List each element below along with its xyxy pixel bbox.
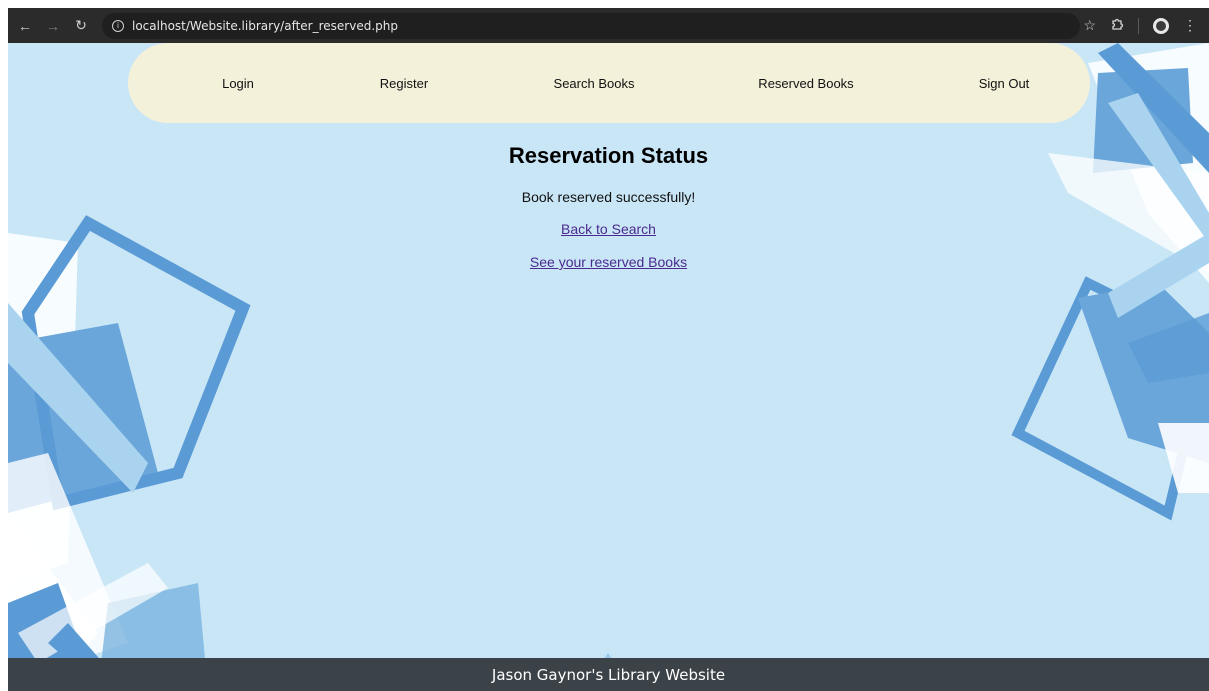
nav-login-link[interactable]: Login — [222, 76, 254, 91]
nav-reserved-books-link[interactable]: Reserved Books — [758, 76, 853, 91]
background-decoration — [8, 43, 1209, 691]
puzzle-icon[interactable] — [1110, 17, 1124, 34]
nav-register-link[interactable]: Register — [380, 76, 428, 91]
address-bar[interactable]: i localhost/Website.library/after_reserv… — [102, 12, 1080, 39]
toolbar-divider — [1138, 17, 1139, 34]
reservation-status-panel: Reservation Status Book reserved success… — [8, 143, 1209, 287]
main-navbar: Login Register Search Books Reserved Boo… — [128, 43, 1090, 123]
page-viewport: Login Register Search Books Reserved Boo… — [8, 43, 1209, 691]
page-footer: Jason Gaynor's Library Website — [8, 658, 1209, 691]
footer-text: Jason Gaynor's Library Website — [491, 665, 726, 684]
avatar[interactable] — [1153, 17, 1169, 34]
browser-toolbar: ← → ↻ i localhost/Website.library/after_… — [8, 8, 1209, 43]
nav-search-books-link[interactable]: Search Books — [554, 76, 635, 91]
url-text: localhost/Website.library/after_reserved… — [132, 18, 398, 33]
arrow-left-icon[interactable]: ← — [14, 15, 36, 37]
browser-actions: ☆ ⋮ — [1083, 17, 1209, 34]
nav-sign-out-link[interactable]: Sign Out — [979, 76, 1030, 91]
kebab-menu-icon[interactable]: ⋮ — [1183, 17, 1197, 34]
page-title: Reservation Status — [508, 143, 709, 168]
star-icon[interactable]: ☆ — [1083, 17, 1096, 34]
back-to-search-link[interactable]: Back to Search — [561, 221, 656, 237]
info-icon[interactable]: i — [112, 19, 124, 32]
status-message: Book reserved successfully! — [521, 189, 696, 205]
see-reserved-books-link[interactable]: See your reserved Books — [530, 254, 687, 270]
arrow-right-icon[interactable]: → — [42, 15, 64, 37]
reload-icon[interactable]: ↻ — [70, 15, 92, 37]
browser-window: ← → ↻ i localhost/Website.library/after_… — [0, 0, 1209, 691]
